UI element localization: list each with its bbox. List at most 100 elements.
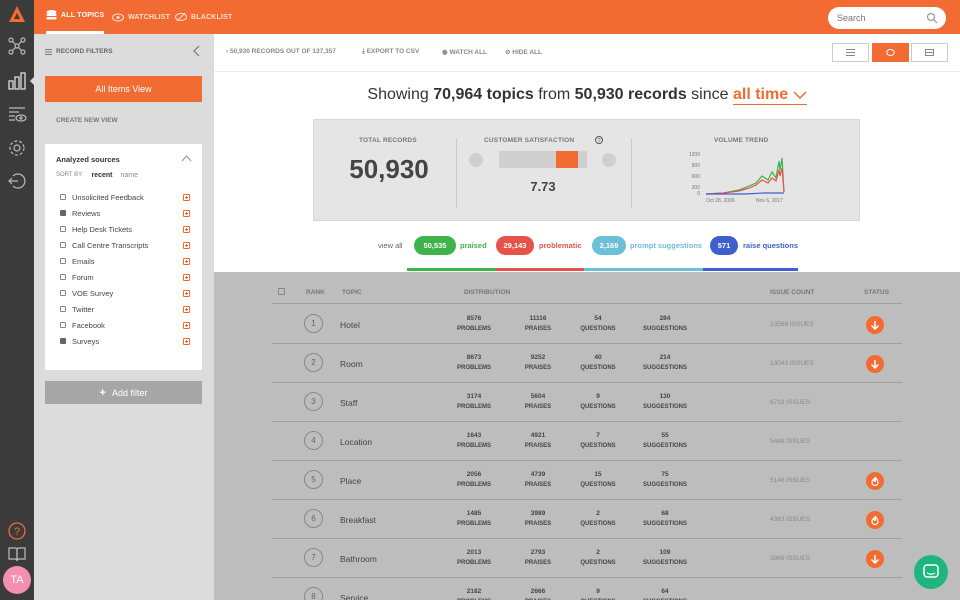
rank-badge: 3 — [304, 392, 323, 411]
table-row[interactable]: 2 Room 8673 PROBLEMS 9252 PRAISES 40 QUESTIONS 2… — [272, 344, 902, 383]
avatar[interactable]: TA — [3, 566, 31, 594]
problematic-label[interactable]: problematic — [539, 241, 582, 250]
search-icon[interactable] — [926, 12, 938, 24]
source-checkbox[interactable] — [60, 194, 66, 200]
questions-pill[interactable]: 571 — [710, 236, 738, 255]
topic-header[interactable]: TOPIC — [342, 289, 362, 296]
headline-topics: 70,964 topics — [433, 86, 534, 103]
help-icon[interactable]: ? — [7, 521, 27, 541]
source-item[interactable]: Surveys — [60, 335, 190, 347]
create-new-view-link[interactable]: CREATE NEW VIEW — [56, 117, 118, 124]
distribution-header[interactable]: DISTRIBUTION — [464, 289, 510, 296]
topic-name[interactable]: Hotel — [340, 320, 360, 330]
rank-header[interactable]: RANK — [306, 289, 325, 296]
gear-icon[interactable] — [7, 138, 27, 158]
tab-watchlist[interactable]: WATCHLIST — [112, 0, 170, 34]
select-all-checkbox[interactable] — [278, 288, 285, 295]
hide-all-link[interactable]: ⊘ HIDE ALL — [505, 48, 542, 56]
source-item[interactable]: Facebook — [60, 319, 190, 331]
topic-name[interactable]: Breakfast — [340, 515, 376, 525]
source-checkbox[interactable] — [60, 322, 66, 328]
suggestions-label[interactable]: prompt suggestions — [630, 241, 702, 250]
source-item[interactable]: Help Desk Tickets — [60, 223, 190, 235]
source-checkbox[interactable] — [60, 242, 66, 248]
book-icon[interactable] — [7, 544, 27, 564]
add-source-icon[interactable] — [183, 257, 190, 265]
tab-all-topics[interactable]: ALL TOPICS — [46, 0, 105, 34]
table-row[interactable]: 1 Hotel 8576 PROBLEMS 11116 PRAISES 54 QUESTION… — [272, 305, 902, 344]
table-view-button[interactable] — [911, 43, 948, 62]
source-item[interactable]: Forum — [60, 271, 190, 283]
source-checkbox[interactable] — [60, 210, 66, 216]
topic-name[interactable]: Room — [340, 359, 363, 369]
praised-pill[interactable]: 50,535 — [414, 236, 456, 255]
topic-name[interactable]: Location — [340, 437, 372, 447]
view-all-link[interactable]: view all — [378, 241, 403, 250]
add-source-icon[interactable] — [183, 225, 190, 233]
questions-label[interactable]: raise questions — [743, 241, 798, 250]
add-filter-button[interactable]: + Add filter — [45, 381, 202, 404]
nodes-icon[interactable] — [7, 36, 27, 56]
source-checkbox[interactable] — [60, 226, 66, 232]
export-csv-link[interactable]: ⤓ EXPORT TO CSV — [362, 48, 419, 56]
logo-icon[interactable] — [7, 4, 27, 24]
topic-name[interactable]: Staff — [340, 398, 357, 408]
source-item[interactable]: VOE Survey — [60, 287, 190, 299]
hide-all-label: HIDE ALL — [512, 49, 542, 56]
table-row[interactable]: 4 Location 1643 PROBLEMS 4921 PRAISES 7 QUESTIO… — [272, 422, 902, 461]
source-checkbox[interactable] — [60, 258, 66, 264]
table-row[interactable]: 8 Service 2182PROBLEMS 2666PRAISES9QUESTION… — [272, 578, 902, 600]
add-source-icon[interactable] — [183, 305, 190, 313]
add-source-icon[interactable] — [183, 241, 190, 249]
source-checkbox[interactable] — [60, 274, 66, 280]
source-item[interactable]: Emails — [60, 255, 190, 267]
issue-count-header[interactable]: ISSUE COUNT — [770, 289, 814, 296]
status-button[interactable] — [866, 316, 884, 334]
status-button[interactable] — [866, 355, 884, 373]
status-header[interactable]: STATUS — [864, 289, 889, 296]
add-source-icon[interactable] — [183, 273, 190, 281]
tab-blacklist[interactable]: BLACKLIST — [175, 0, 232, 34]
chevron-up-icon[interactable] — [181, 154, 192, 162]
add-source-icon[interactable] — [183, 289, 190, 297]
bubble-view-button[interactable] — [872, 43, 909, 62]
source-item[interactable]: Call Centre Transcripts — [60, 239, 190, 251]
help-icon[interactable]: ? — [595, 136, 603, 144]
table-row[interactable]: 6 Breakfast 1485 PROBLEMS 3989 PRAISES 2 QUESTI… — [272, 500, 902, 539]
sort-recent-option[interactable]: recent — [91, 172, 112, 179]
topic-name[interactable]: Place — [340, 476, 361, 486]
all-items-view-button[interactable]: All Items View — [45, 76, 202, 102]
add-source-icon[interactable] — [183, 321, 190, 329]
topic-name[interactable]: Service — [340, 593, 368, 600]
add-source-icon[interactable] — [183, 193, 190, 201]
watch-list-icon[interactable] — [7, 104, 27, 124]
logout-icon[interactable] — [7, 171, 27, 191]
add-source-icon[interactable] — [183, 209, 190, 217]
collapse-icon[interactable] — [192, 45, 202, 57]
search-input[interactable] — [837, 11, 927, 25]
bar-chart-icon[interactable] — [7, 71, 27, 91]
source-checkbox[interactable] — [60, 290, 66, 296]
source-item[interactable]: Twitter — [60, 303, 190, 315]
topic-name[interactable]: Bathroom — [340, 554, 377, 564]
table-row[interactable]: 3 Staff 3174 PROBLEMS 5604 PRAISES 9 QUESTIONS 1… — [272, 383, 902, 422]
watch-all-link[interactable]: ◉ WATCH ALL — [442, 48, 487, 56]
problematic-pill[interactable]: 29,143 — [496, 236, 534, 255]
source-item[interactable]: Reviews — [60, 207, 190, 219]
sort-name-option[interactable]: name — [120, 172, 138, 179]
table-row[interactable]: 7 Bathroom 2013 PROBLEMS 2793 PRAISES 2 QUESTIO… — [272, 539, 902, 578]
source-item[interactable]: Unsolicited Feedback — [60, 191, 190, 203]
period-dropdown[interactable]: all time — [732, 86, 807, 105]
add-source-icon[interactable] — [183, 337, 190, 345]
suggestions-pill[interactable]: 2,169 — [592, 236, 626, 255]
source-checkbox[interactable] — [60, 306, 66, 312]
praised-label[interactable]: praised — [460, 241, 487, 250]
list-view-button[interactable] — [832, 43, 869, 62]
source-checkbox[interactable] — [60, 338, 66, 344]
table-row[interactable]: 5 Place 2056 PROBLEMS 4739 PRAISES 15 QUESTIONS… — [272, 461, 902, 500]
status-button[interactable] — [866, 550, 884, 568]
status-button[interactable] — [866, 511, 884, 529]
satisfaction-value: 7.73 — [530, 179, 556, 194]
chat-launcher[interactable] — [914, 555, 948, 589]
status-button[interactable] — [866, 472, 884, 490]
